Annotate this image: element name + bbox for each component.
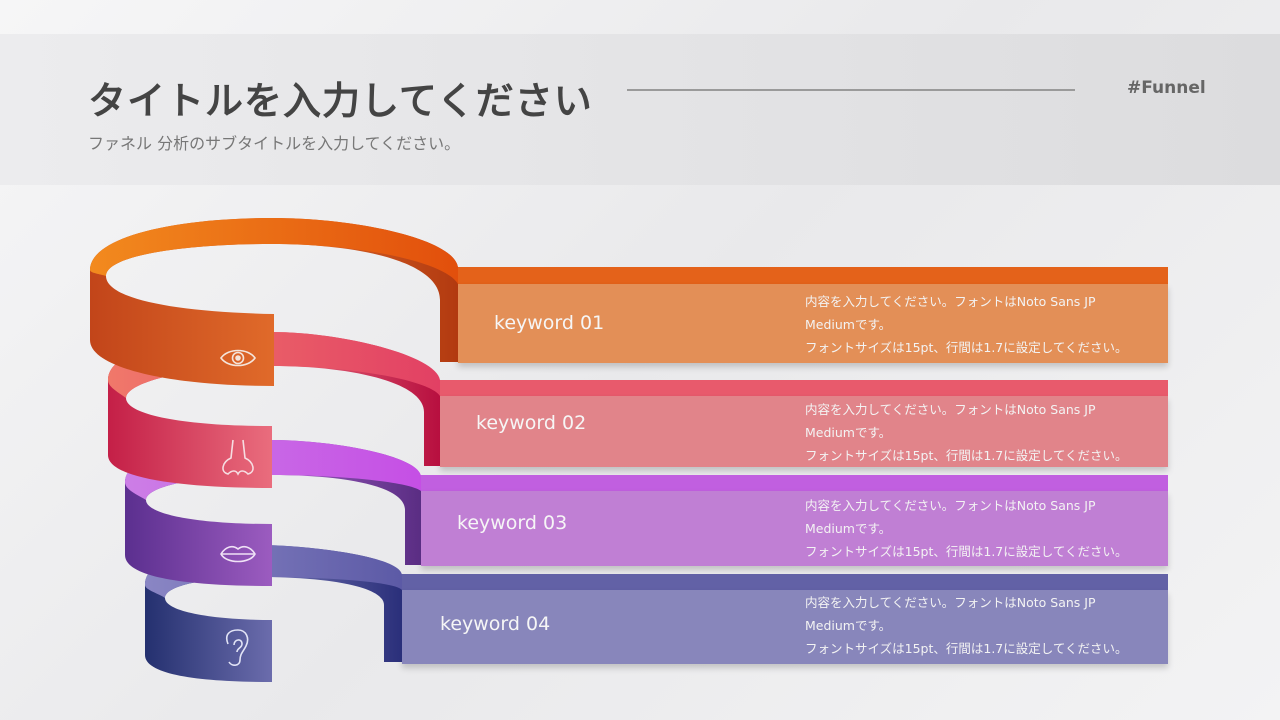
funnel-graphic [90, 218, 458, 682]
